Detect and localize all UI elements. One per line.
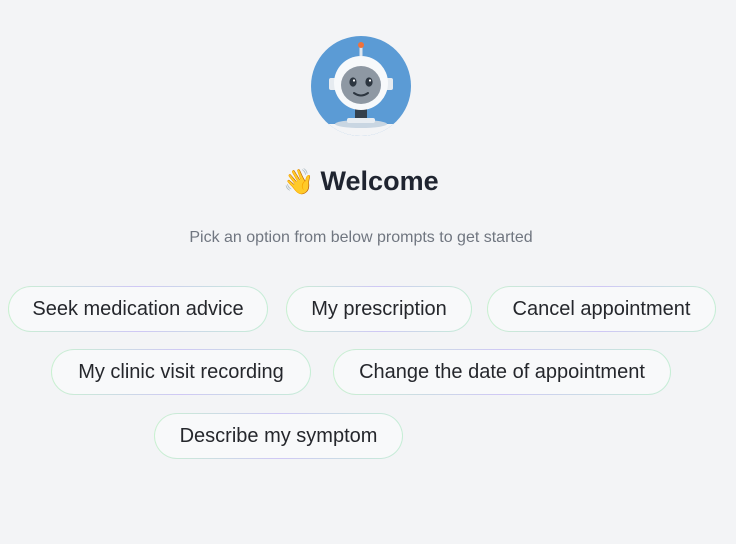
welcome-heading: 👋 Welcome [0,166,722,197]
welcome-title: Welcome [320,166,439,196]
prompt-seek-medication-advice[interactable]: Seek medication advice [8,286,268,332]
waving-hand-icon: 👋 [283,168,315,196]
prompt-my-prescription[interactable]: My prescription [286,286,472,332]
prompt-describe-symptom[interactable]: Describe my symptom [154,413,403,459]
assistant-avatar [311,36,411,136]
prompt-cancel-appointment[interactable]: Cancel appointment [487,286,716,332]
welcome-subtitle: Pick an option from below prompts to get… [189,229,533,246]
robot-astronaut-icon [311,36,411,136]
prompt-clinic-visit-recording[interactable]: My clinic visit recording [51,349,311,395]
prompt-change-appointment-date[interactable]: Change the date of appointment [333,349,671,395]
chat-welcome-screen: 👋 Welcome Pick an option from below promp… [0,0,736,544]
